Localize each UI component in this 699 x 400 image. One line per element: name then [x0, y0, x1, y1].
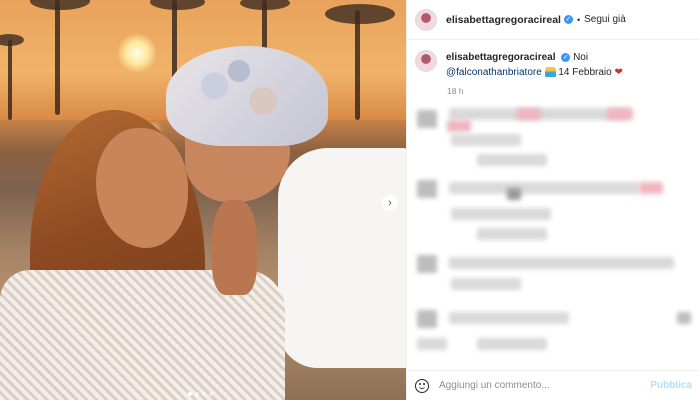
active-slide: 1	[0, 0, 1, 1]
post-photo[interactable]: › 4 1	[0, 0, 406, 400]
chevron-right-icon: ›	[388, 197, 392, 209]
username-link[interactable]: elisabettagregoracireal	[446, 14, 561, 26]
person-shirt	[278, 148, 406, 368]
caption-mention-link[interactable]: @falconathanbriatore	[446, 67, 542, 78]
palm-tree	[8, 40, 12, 120]
carousel-dot	[202, 392, 206, 396]
hugging-people-emoji-icon	[544, 67, 556, 78]
palm-tree	[55, 0, 60, 115]
blurred-comments	[407, 100, 699, 370]
palm-frond	[150, 0, 205, 10]
blurred-comment-text	[477, 228, 547, 240]
caption-prefix: Noi	[573, 52, 589, 63]
blurred-comment-text	[507, 188, 521, 200]
palm-frond	[240, 0, 290, 10]
blurred-comment-text	[449, 257, 674, 269]
palm-frond	[30, 0, 90, 10]
palm-tree	[355, 10, 360, 120]
smiley-icon[interactable]	[415, 378, 429, 393]
blurred-comment-text	[607, 108, 633, 120]
blurred-avatar	[417, 180, 437, 198]
blurred-avatar	[417, 110, 437, 128]
blurred-comment-text	[677, 312, 691, 324]
carousel-next-button[interactable]: ›	[382, 195, 398, 211]
blurred-avatar	[417, 310, 437, 328]
sun	[118, 34, 156, 72]
blurred-comment-text	[477, 338, 547, 350]
hand	[212, 200, 257, 295]
blurred-comment-text	[477, 154, 547, 166]
post-details-panel: elisabettagregoracireal ✓ • Segui già el…	[406, 0, 699, 400]
blurred-avatar	[417, 255, 437, 273]
blurred-comment-text	[517, 108, 541, 120]
caption-username[interactable]: elisabettagregoracireal	[446, 52, 556, 63]
heart-icon: ❤	[614, 67, 623, 78]
verified-badge-icon: ✓	[563, 15, 573, 24]
blurred-comment-text	[449, 312, 569, 324]
palm-frond	[325, 4, 395, 24]
carousel-dots	[188, 392, 213, 396]
blurred-comment-text	[449, 182, 639, 194]
blurred-comment-text	[417, 338, 447, 350]
avatar[interactable]	[415, 8, 437, 31]
following-button[interactable]: Segui già	[584, 14, 626, 25]
avatar[interactable]	[415, 50, 437, 72]
blurred-comment-text	[451, 278, 521, 290]
blurred-comment-text	[639, 182, 663, 194]
comment-bar: Pubblica	[407, 370, 699, 400]
caption-text: elisabettagregoracireal ✓ Noi @falconath…	[446, 50, 686, 80]
palm-frond	[0, 34, 24, 46]
carousel-dot	[195, 392, 199, 396]
carousel-dot	[188, 392, 192, 396]
slide-count: 4	[0, 0, 1, 1]
verified-badge-icon: ✓	[561, 52, 571, 62]
comment-input[interactable]	[439, 380, 639, 391]
carousel-dot	[209, 392, 213, 396]
blurred-comment-text	[447, 120, 471, 132]
post-header: elisabettagregoracireal ✓ • Segui già	[407, 0, 699, 40]
separator-dot: •	[576, 14, 581, 25]
cap	[166, 46, 328, 146]
post-timestamp[interactable]: 18 h	[447, 86, 699, 96]
caption: elisabettagregoracireal ✓ Noi @falconath…	[407, 40, 699, 80]
caption-suffix: 14 Febbraio	[555, 67, 612, 78]
publish-button[interactable]: Pubblica	[650, 380, 692, 391]
blurred-comment-text	[451, 208, 551, 220]
blurred-comment-text	[451, 134, 521, 146]
